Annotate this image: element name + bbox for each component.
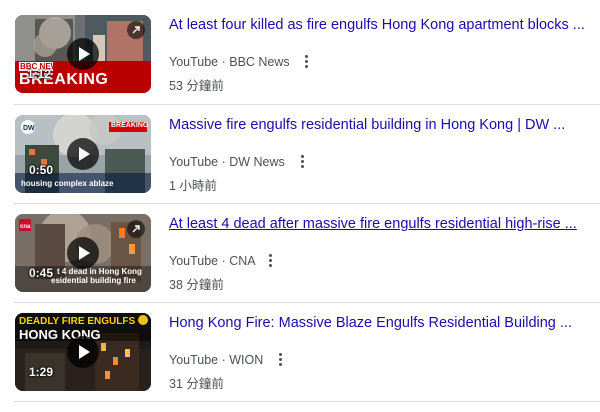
video-title-link[interactable]: Massive fire engulfs residential buildin… <box>169 117 594 133</box>
video-source: YouTube · CNA <box>169 254 256 268</box>
more-options-icon[interactable] <box>298 155 306 169</box>
divider <box>14 401 600 402</box>
expand-icon[interactable] <box>127 220 145 238</box>
video-results-list: BBC NEWS BREAKING 1:12 At least four kil… <box>0 0 600 412</box>
breaking-label: BREAKING <box>111 122 149 129</box>
more-options-icon[interactable] <box>302 55 310 69</box>
video-title-link[interactable]: At least four killed as fire engulfs Hon… <box>169 17 594 33</box>
video-thumbnail[interactable]: DEADLY FIRE ENGULFS HONG KONG 1:29 <box>15 313 151 391</box>
video-time: 53 分鐘前 <box>169 79 224 93</box>
video-duration: 1:29 <box>29 365 54 379</box>
video-duration: 0:50 <box>29 163 54 177</box>
video-thumbnail[interactable]: DW BREAKING housing complex ablaze 0:50 <box>15 115 151 193</box>
video-title-link[interactable]: At least 4 dead after massive fire engul… <box>169 216 594 232</box>
thumbnail-overlay-text: t 4 dead in Hong Kong <box>57 267 142 276</box>
video-time: 1 小時前 <box>169 179 217 193</box>
video-duration: 1:12 <box>27 67 52 81</box>
more-options-icon[interactable] <box>266 254 274 268</box>
video-source: YouTube · DW News <box>169 155 285 169</box>
video-title-link[interactable]: Hong Kong Fire: Massive Blaze Engulfs Re… <box>169 315 594 331</box>
play-icon[interactable] <box>67 138 99 170</box>
play-icon[interactable] <box>67 38 99 70</box>
video-time: 31 分鐘前 <box>169 377 224 391</box>
thumbnail-overlay-subtext: esidential building fire <box>51 276 136 285</box>
video-source: YouTube · BBC News <box>169 55 290 69</box>
video-thumbnail[interactable]: cna t 4 dead in Hong Kong esidential bui… <box>15 214 151 292</box>
video-source: YouTube · WION <box>169 353 264 367</box>
play-icon[interactable] <box>67 237 99 269</box>
more-options-icon[interactable] <box>276 353 284 367</box>
video-result: BBC NEWS BREAKING 1:12 At least four kil… <box>0 0 600 99</box>
video-result: DW BREAKING housing complex ablaze 0:50 … <box>0 100 600 199</box>
svg-text:cna: cna <box>20 224 31 230</box>
video-result: DEADLY FIRE ENGULFS HONG KONG 1:29 Hong … <box>0 298 600 397</box>
svg-text:DW: DW <box>23 125 35 132</box>
video-duration: 0:45 <box>29 266 54 280</box>
video-thumbnail[interactable]: BBC NEWS BREAKING 1:12 <box>15 15 151 93</box>
play-icon[interactable] <box>67 336 99 368</box>
thumbnail-overlay-text: housing complex ablaze <box>21 179 114 188</box>
expand-icon[interactable] <box>127 21 145 39</box>
thumbnail-overlay-text: DEADLY FIRE ENGULFS <box>19 316 136 327</box>
video-result: cna t 4 dead in Hong Kong esidential bui… <box>0 199 600 298</box>
video-time: 38 分鐘前 <box>169 278 224 292</box>
